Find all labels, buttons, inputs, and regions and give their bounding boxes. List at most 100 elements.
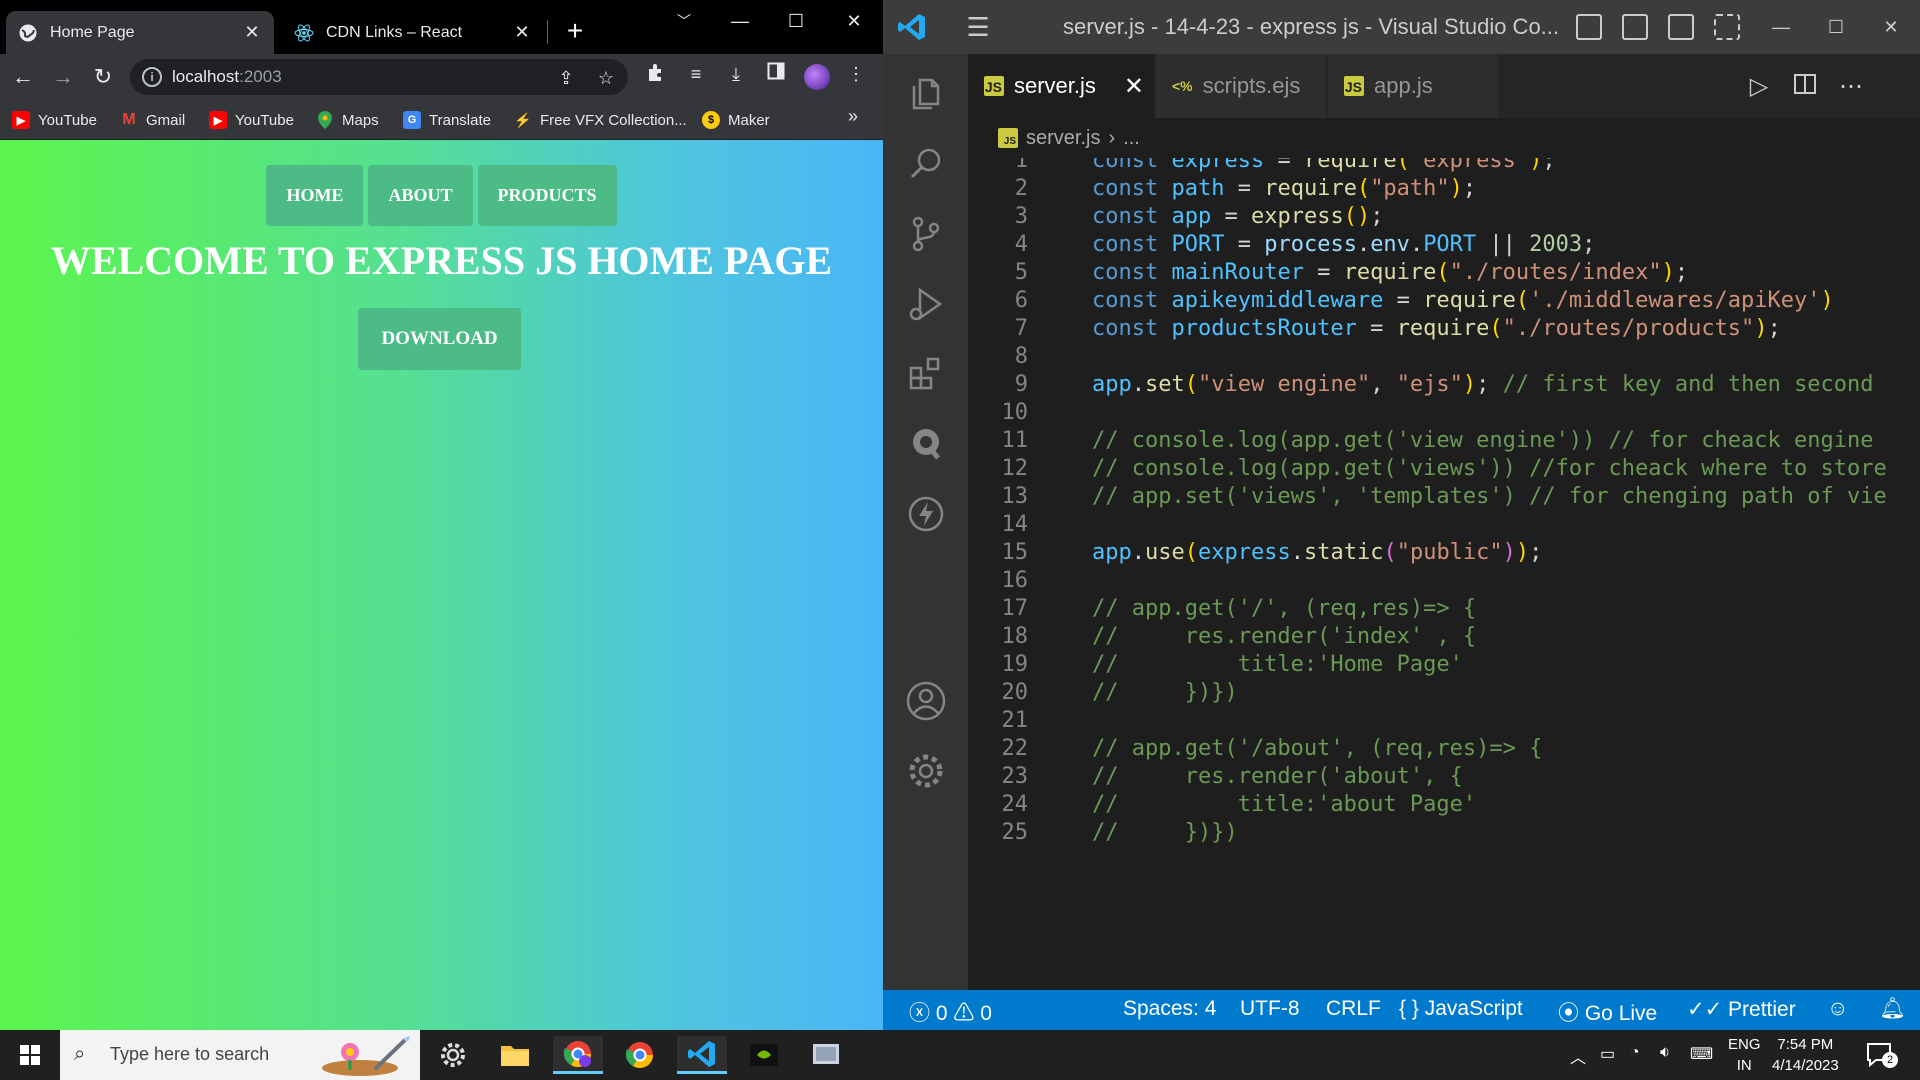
notification-center-icon[interactable]: 2 bbox=[1866, 1042, 1898, 1068]
prettier-status[interactable]: ✓✓ Prettier bbox=[1687, 997, 1796, 1022]
search-placeholder: Type here to search bbox=[110, 1044, 270, 1064]
share-icon[interactable]: ⇪ bbox=[554, 66, 578, 90]
chrome-profile-icon[interactable] bbox=[553, 1036, 603, 1074]
bookmark-youtube[interactable]: ▶ YouTube bbox=[12, 108, 97, 132]
desktop: Home Page ✕ CDN Links – React ✕ + ﹀ — ☐ … bbox=[0, 0, 1920, 1080]
hamburger-menu-icon[interactable]: ☰ bbox=[963, 12, 993, 42]
toggle-sidebar-icon[interactable] bbox=[1576, 14, 1602, 40]
bookmark-gmail[interactable]: M Gmail bbox=[120, 108, 185, 132]
windows-taskbar: ⌕ Type here to search ︿ ▭ ◔ 🔉︎ ⌨ ENG IN … bbox=[0, 1030, 1920, 1080]
feedback-icon[interactable]: ☺ bbox=[1827, 997, 1848, 1021]
language-mode-status[interactable]: { } JavaScript bbox=[1399, 997, 1523, 1021]
chrome-icon[interactable] bbox=[615, 1036, 665, 1074]
toggle-panel-icon[interactable] bbox=[1622, 14, 1648, 40]
nav-products-button[interactable]: PRODUCTS bbox=[477, 165, 617, 226]
customize-layout-icon[interactable] bbox=[1714, 14, 1740, 40]
minimize-button[interactable]: — bbox=[720, 6, 760, 36]
bookmarks-overflow-button[interactable]: » bbox=[848, 106, 858, 127]
tab-server-js[interactable]: JS server.js ✕ bbox=[968, 54, 1154, 118]
tab-app-js[interactable]: JS app.js bbox=[1328, 54, 1498, 118]
battery-icon[interactable]: ▭ bbox=[1600, 1044, 1615, 1064]
system-clock[interactable]: 7:54 PM 4/14/2023 bbox=[1772, 1034, 1839, 1076]
close-tab-icon[interactable]: ✕ bbox=[1124, 72, 1144, 101]
download-button[interactable]: DOWNLOAD bbox=[358, 308, 521, 370]
js-file-icon: JS bbox=[1344, 76, 1364, 96]
tray-chevron-up-icon[interactable]: ︿ bbox=[1570, 1044, 1586, 1068]
nav-about-button[interactable]: ABOUT bbox=[368, 165, 473, 226]
input-language[interactable]: ENG IN bbox=[1728, 1034, 1761, 1076]
encoding-status[interactable]: UTF-8 bbox=[1240, 997, 1300, 1021]
run-icon[interactable]: ▷ bbox=[1744, 72, 1774, 102]
url-text[interactable]: localhost:2003 bbox=[172, 67, 282, 87]
star-icon[interactable]: ☆ bbox=[594, 66, 618, 90]
explorer-icon[interactable] bbox=[901, 69, 951, 119]
more-actions-icon[interactable]: ⋯ bbox=[1836, 72, 1866, 102]
close-window-button[interactable]: ✕ bbox=[1873, 12, 1909, 42]
extensions-puzzle-icon[interactable] bbox=[643, 61, 669, 87]
bookmark-vfx[interactable]: ⚡ Free VFX Collection... bbox=[514, 108, 686, 132]
source-control-icon[interactable] bbox=[901, 209, 951, 259]
maximize-button[interactable]: ☐ bbox=[1818, 12, 1854, 42]
back-arrow-icon[interactable]: ← bbox=[8, 62, 38, 92]
breadcrumb-symbols[interactable]: ... bbox=[1123, 127, 1140, 150]
notifications-bell-icon[interactable]: 🔔︎ bbox=[1879, 997, 1906, 1021]
bookmark-youtube-2[interactable]: ▶ YouTube bbox=[209, 108, 294, 132]
problems-indicator[interactable]: ⓧ 0 ⚠ 0 bbox=[909, 997, 992, 1027]
quokka-icon[interactable] bbox=[901, 419, 951, 469]
nav-home-button[interactable]: HOME bbox=[266, 165, 364, 226]
toggle-secondary-sidebar-icon[interactable] bbox=[1668, 14, 1694, 40]
extensions-icon[interactable] bbox=[901, 349, 951, 399]
forward-arrow-icon[interactable]: → bbox=[48, 62, 78, 92]
windows-start-icon[interactable] bbox=[10, 1040, 50, 1070]
editor-tabs: JS server.js ✕ <% scripts.ejs JS app.js … bbox=[968, 54, 1920, 118]
file-explorer-icon[interactable] bbox=[490, 1036, 540, 1074]
maximize-button[interactable]: ☐ bbox=[776, 6, 816, 36]
bookmarks-bar: ▶ YouTube M Gmail ▶ YouTube Maps G Translate… bbox=[0, 100, 883, 140]
search-icon[interactable] bbox=[901, 139, 951, 189]
kebab-menu-icon[interactable]: ⋮ bbox=[843, 61, 869, 87]
nvidia-icon[interactable] bbox=[739, 1036, 789, 1074]
tab-scripts-ejs[interactable]: <% scripts.ejs bbox=[1156, 54, 1326, 118]
reading-list-icon[interactable]: ≡ bbox=[683, 61, 709, 87]
browser-tab-home[interactable]: Home Page ✕ bbox=[6, 11, 274, 54]
snipping-tool-icon[interactable] bbox=[801, 1036, 851, 1074]
bookmark-translate[interactable]: G Translate bbox=[403, 108, 491, 132]
close-tab-icon[interactable]: ✕ bbox=[242, 22, 262, 43]
keyboard-icon[interactable]: ⌨ bbox=[1690, 1044, 1713, 1064]
accounts-icon[interactable] bbox=[901, 676, 951, 726]
split-editor-icon[interactable] bbox=[1790, 72, 1820, 102]
go-live-button[interactable]: ⦿ Go Live bbox=[1558, 997, 1657, 1027]
settings-app-icon[interactable] bbox=[428, 1036, 478, 1074]
profile-avatar[interactable] bbox=[804, 64, 830, 90]
error-icon: ⓧ bbox=[909, 1002, 930, 1025]
bookmark-maps[interactable]: Maps bbox=[316, 108, 379, 132]
breadcrumb: JS server.js › ... bbox=[998, 123, 1140, 153]
breadcrumb-file[interactable]: server.js bbox=[1026, 127, 1100, 150]
code-line[interactable]: 25 // })}) bbox=[968, 816, 1920, 850]
new-tab-button[interactable]: + bbox=[560, 16, 590, 46]
download-icon[interactable]: ⤓ bbox=[723, 61, 749, 87]
tab-divider bbox=[547, 20, 548, 44]
address-bar[interactable]: i localhost:2003 ⇪ ☆ bbox=[130, 59, 628, 95]
reload-icon[interactable]: ↻ bbox=[88, 62, 118, 92]
side-panel-icon[interactable] bbox=[763, 61, 789, 87]
wifi-icon[interactable]: ◔ bbox=[1630, 1044, 1640, 1062]
taskbar-search[interactable]: ⌕ Type here to search bbox=[60, 1030, 420, 1080]
browser-tab-cdn[interactable]: CDN Links – React ✕ bbox=[282, 11, 544, 54]
thunder-client-icon[interactable] bbox=[901, 489, 951, 539]
eol-status[interactable]: CRLF bbox=[1326, 997, 1381, 1021]
settings-gear-icon[interactable] bbox=[901, 746, 951, 796]
close-window-button[interactable]: ✕ bbox=[834, 6, 874, 36]
close-tab-icon[interactable]: ✕ bbox=[512, 22, 532, 43]
vscode-taskbar-icon[interactable] bbox=[677, 1036, 727, 1074]
bookmark-maker[interactable]: $ Maker bbox=[702, 108, 770, 132]
code-editor[interactable]: 1 const express = require("express"); 2 con… bbox=[968, 158, 1920, 990]
minimize-button[interactable]: — bbox=[1763, 12, 1799, 42]
browser-toolbar: ← → ↻ i localhost:2003 ⇪ ☆ ≡ ⤓ ⋮ bbox=[0, 54, 883, 100]
chevron-right-icon: › bbox=[1108, 126, 1116, 149]
site-info-icon[interactable]: i bbox=[142, 67, 162, 87]
volume-icon[interactable]: 🔉︎ bbox=[1660, 1044, 1670, 1062]
run-debug-icon[interactable] bbox=[901, 279, 951, 329]
tab-search-chevron-icon[interactable]: ﹀ bbox=[664, 6, 704, 36]
indentation-status[interactable]: Spaces: 4 bbox=[1123, 997, 1216, 1021]
